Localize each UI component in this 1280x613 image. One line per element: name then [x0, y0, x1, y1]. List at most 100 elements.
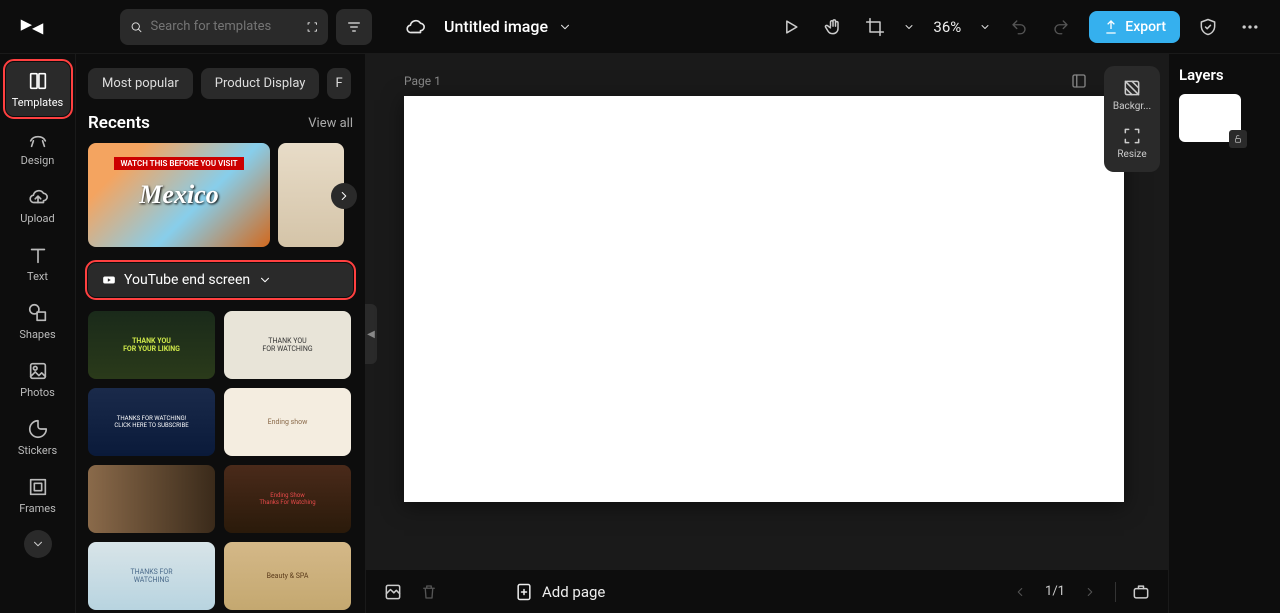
category-chips: Most popular Product Display F — [88, 68, 353, 99]
top-controls: 36% Export — [777, 11, 1264, 43]
canvas-page[interactable] — [404, 96, 1124, 502]
redo-button[interactable] — [1047, 13, 1075, 41]
background-icon — [1122, 78, 1142, 98]
play-button[interactable] — [777, 13, 805, 41]
expand-icon — [1070, 72, 1088, 90]
chevron-right-icon — [1083, 585, 1097, 599]
chevron-down-icon[interactable] — [979, 21, 991, 33]
export-icon — [1103, 19, 1119, 35]
undo-button[interactable] — [1005, 13, 1033, 41]
shapes-icon — [27, 302, 49, 324]
layer-item[interactable] — [1179, 94, 1241, 142]
design-icon — [27, 128, 49, 150]
template-item[interactable]: THANKS FORWATCHING — [88, 542, 215, 610]
search-area — [120, 9, 372, 45]
templates-icon — [27, 70, 49, 92]
top-bar: Untitled image 36% Export — [0, 0, 1280, 54]
page-indicator: 1/1 — [1045, 584, 1065, 599]
template-item[interactable]: Ending show — [224, 388, 351, 456]
category-selector[interactable]: YouTube end screen — [88, 263, 353, 297]
add-page-icon — [514, 582, 534, 602]
export-button[interactable]: Export — [1089, 11, 1180, 43]
recents-row: WATCH THIS BEFORE YOU VISIT Mexico — [88, 143, 353, 247]
chevron-left-icon — [1013, 585, 1027, 599]
nav-design[interactable]: Design — [6, 120, 70, 174]
filter-icon — [346, 19, 362, 35]
template-item[interactable]: THANKS FOR WATCHING!CLICK HERE TO SUBSCR… — [88, 388, 215, 456]
recents-next[interactable] — [331, 183, 357, 209]
crop-tool[interactable] — [861, 13, 889, 41]
text-icon — [27, 244, 49, 266]
search-box[interactable] — [120, 9, 328, 45]
chevron-right-icon — [337, 189, 351, 203]
next-page[interactable] — [1079, 581, 1101, 603]
background-tool[interactable]: Backgr... — [1113, 74, 1151, 116]
nav-upload[interactable]: Upload — [6, 178, 70, 232]
layers-panel: Layers — [1168, 54, 1280, 613]
photos-icon — [27, 360, 49, 382]
zoom-level[interactable]: 36% — [933, 18, 961, 36]
template-item[interactable]: THANK YOUFOR YOUR LIKING — [88, 311, 215, 379]
document-title[interactable]: Untitled image — [444, 17, 548, 36]
nav-frames[interactable]: Frames — [6, 468, 70, 522]
nav-photos[interactable]: Photos — [6, 352, 70, 406]
resize-tool[interactable]: Resize — [1117, 122, 1146, 164]
delete-button[interactable] — [418, 581, 440, 603]
chevron-down-icon — [258, 273, 272, 287]
upload-icon — [27, 186, 49, 208]
template-item[interactable]: Beauty & SPA — [224, 542, 351, 610]
main-area: Templates Design Upload Text Shapes Phot… — [0, 54, 1280, 613]
nav-more[interactable] — [24, 530, 52, 558]
title-area: Untitled image — [404, 16, 572, 38]
cloud-icon[interactable] — [404, 16, 426, 38]
briefcase-icon — [1131, 582, 1151, 602]
nav-column: Templates Design Upload Text Shapes Phot… — [0, 54, 76, 613]
template-item[interactable]: Ending ShowThanks For Watching — [224, 465, 351, 533]
chip-most-popular[interactable]: Most popular — [88, 68, 193, 99]
frames-icon — [27, 476, 49, 498]
template-item[interactable] — [88, 465, 215, 533]
present-button[interactable] — [1130, 581, 1152, 603]
category-label: YouTube end screen — [124, 272, 250, 288]
app-logo[interactable] — [16, 11, 48, 43]
more-button[interactable] — [1236, 13, 1264, 41]
chevron-down-icon[interactable] — [903, 21, 915, 33]
layers-title: Layers — [1179, 66, 1270, 84]
chevron-down-icon — [31, 537, 45, 551]
page-expand[interactable] — [1070, 72, 1090, 92]
shield-button[interactable] — [1194, 13, 1222, 41]
chip-product-display[interactable]: Product Display — [201, 68, 320, 99]
canvas-viewport[interactable]: Page 1 Backgr... Resize — [366, 54, 1168, 569]
templates-panel: Most popular Product Display F Recents V… — [76, 54, 366, 613]
nav-text[interactable]: Text — [6, 236, 70, 290]
nav-shapes[interactable]: Shapes — [6, 294, 70, 348]
nav-stickers[interactable]: Stickers — [6, 410, 70, 464]
filter-button[interactable] — [336, 9, 372, 45]
canvas-area: ◀ Page 1 Backgr... Resize — [366, 54, 1168, 613]
chip-overflow[interactable]: F — [327, 68, 350, 99]
template-item[interactable]: THANK YOUFOR WATCHING — [224, 311, 351, 379]
resize-icon — [1122, 126, 1142, 146]
trash-icon — [420, 583, 438, 601]
recents-header: Recents View all — [88, 113, 353, 133]
scan-icon[interactable] — [306, 19, 319, 35]
search-icon — [130, 19, 143, 35]
youtube-icon — [102, 273, 116, 287]
chevron-down-icon[interactable] — [558, 20, 572, 34]
layers-toggle[interactable] — [382, 581, 404, 603]
layers-icon — [383, 582, 403, 602]
hand-tool[interactable] — [819, 13, 847, 41]
layer-lock[interactable] — [1229, 130, 1247, 148]
view-all-link[interactable]: View all — [308, 116, 353, 131]
nav-templates[interactable]: Templates — [6, 62, 70, 116]
unlock-icon — [1233, 134, 1243, 144]
canvas-side-tools: Backgr... Resize — [1104, 66, 1160, 172]
recent-title-text: Mexico — [139, 180, 218, 210]
search-input[interactable] — [151, 19, 298, 34]
add-page-button[interactable]: Add page — [514, 582, 605, 602]
recents-title: Recents — [88, 113, 150, 133]
stickers-icon — [27, 418, 49, 440]
prev-page[interactable] — [1009, 581, 1031, 603]
recent-template-1[interactable]: WATCH THIS BEFORE YOU VISIT Mexico — [88, 143, 270, 247]
export-label: Export — [1125, 19, 1166, 35]
